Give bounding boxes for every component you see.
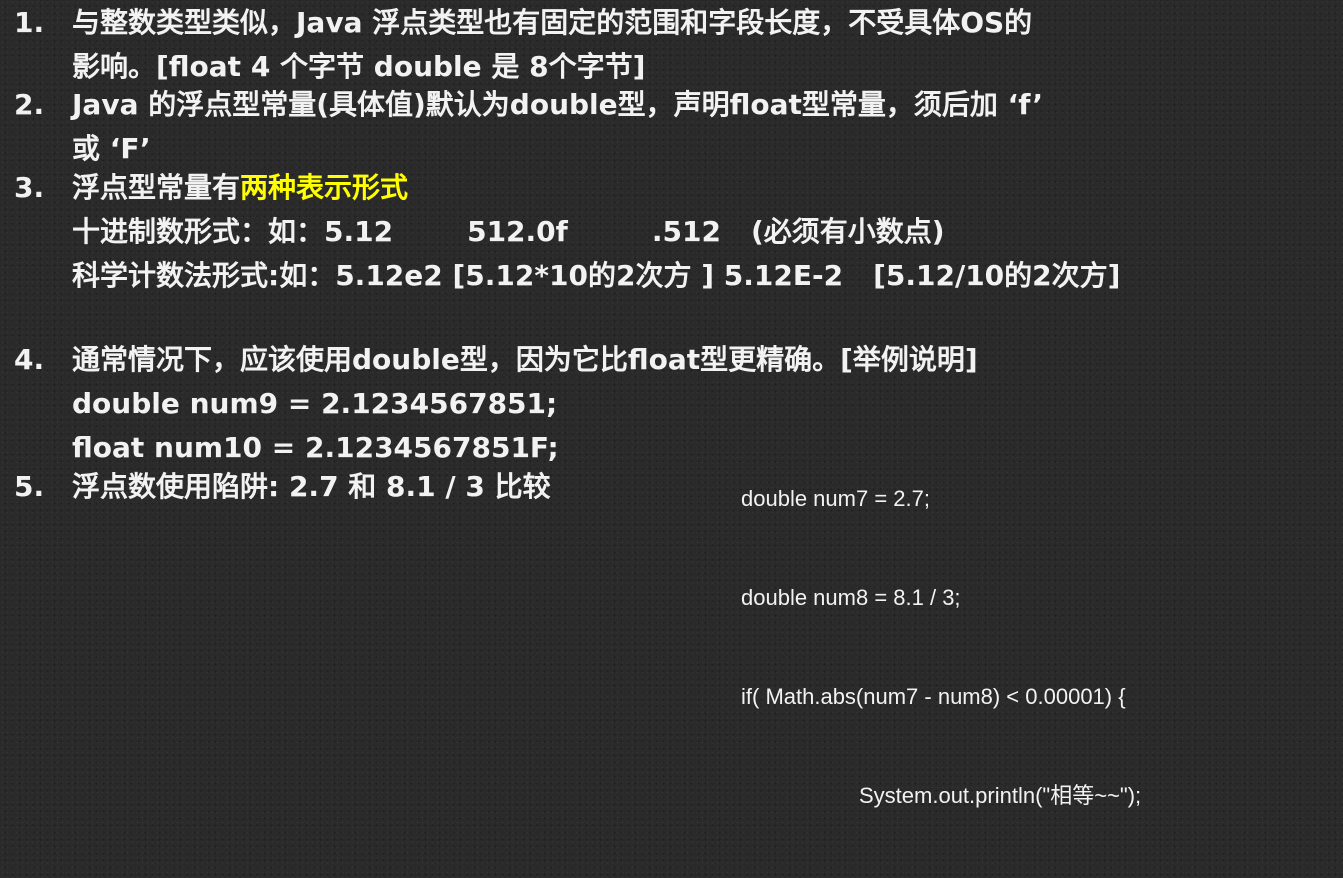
- slide: 1. 与整数类型类似，Java 浮点类型也有固定的范围和字段长度，不受具体OS的 …: [0, 0, 1343, 808]
- item-3-title: 3. 浮点型常量有两种表示形式: [14, 166, 1120, 210]
- list-item-3: 3. 浮点型常量有两种表示形式 十进制数形式：如：5.12 512.0f .512 (必…: [14, 166, 1120, 298]
- item-2-line-1: 2. Java 的浮点型常量(具体值)默认为double型，声明float型常量，…: [14, 83, 1043, 127]
- item-3-number: 3.: [14, 171, 45, 204]
- code-line-1: double num7 = 2.7;: [741, 486, 930, 511]
- item-5-line-1: 5. 浮点数使用陷阱: 2.7 和 8.1 / 3 比较: [14, 465, 551, 509]
- list-item-5: 5. 浮点数使用陷阱: 2.7 和 8.1 / 3 比较: [14, 465, 551, 509]
- code-line-3: if( Math.abs(num7 - num8) < 0.00001) {: [741, 684, 1126, 709]
- item-1-number: 1.: [14, 6, 45, 39]
- item-4-number: 4.: [14, 343, 45, 376]
- code-snippet: double num7 = 2.7; double num8 = 8.1 / 3…: [741, 416, 1141, 878]
- code-line-2: double num8 = 8.1 / 3;: [741, 585, 961, 610]
- list-item-2: 2. Java 的浮点型常量(具体值)默认为double型，声明float型常量，…: [14, 83, 1043, 171]
- list-item-1: 1. 与整数类型类似，Java 浮点类型也有固定的范围和字段长度，不受具体OS的 …: [14, 1, 1032, 89]
- item-1-line-1: 1. 与整数类型类似，Java 浮点类型也有固定的范围和字段长度，不受具体OS的: [14, 1, 1032, 45]
- item-3-scientific-line: 科学计数法形式:如：5.12e2 [5.12*10的2次方 ] 5.12E-2[…: [72, 259, 1121, 292]
- item-4-line-1: 4. 通常情况下，应该使用double型，因为它比float型更精确。[举例说明]: [14, 338, 978, 382]
- item-5-number: 5.: [14, 470, 45, 503]
- item-3-highlight: 两种表示形式: [240, 171, 409, 204]
- item-2-line-2: 或 ‘F’: [72, 132, 151, 165]
- item-2-number: 2.: [14, 88, 45, 121]
- item-3-title-prefix: 浮点型常量有: [72, 171, 241, 204]
- item-3-decimal-line: 十进制数形式：如：5.12 512.0f .512 (必须有小数点): [72, 215, 945, 248]
- code-line-4: System.out.println("相等~~");: [859, 783, 1142, 808]
